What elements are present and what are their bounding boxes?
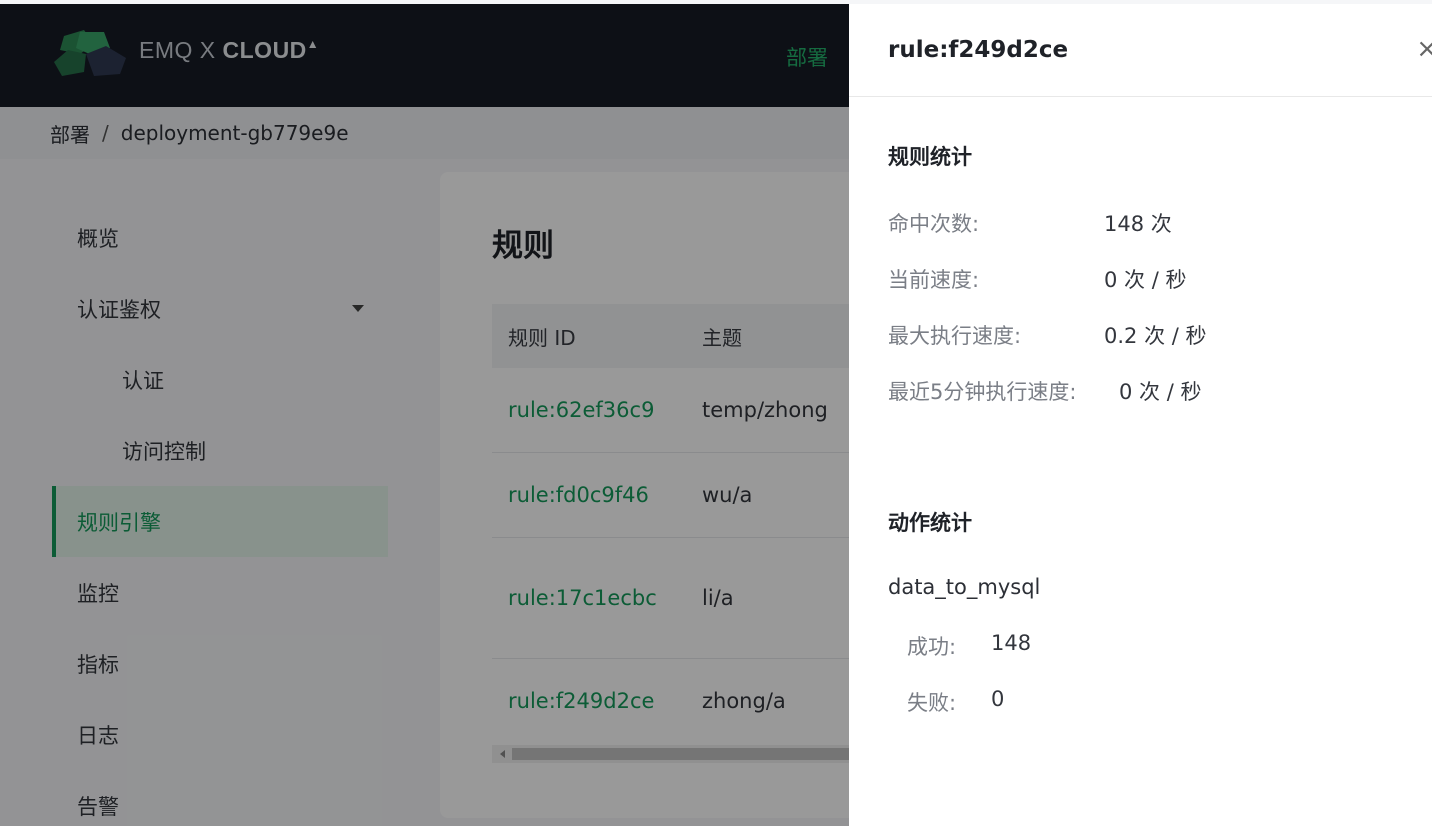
action-stats-title: 动作统计 [888,511,972,535]
fail-label: 失败: [907,691,957,715]
close-icon[interactable]: × [1416,34,1432,64]
success-value: 148 [991,631,1032,655]
stat-label: 最大执行速度: [888,324,1022,348]
stat-label: 最近5分钟执行速度: [888,380,1077,404]
stat-row-current-speed: 当前速度: 0 次 / 秒 [888,264,1186,294]
drawer-title: rule:f249d2ce [888,37,1069,63]
stat-row-5min-speed: 最近5分钟执行速度: 0 次 / 秒 [888,376,1201,406]
action-success-row: 成功: 148 [907,631,1031,661]
fail-value: 0 [991,687,1005,711]
drawer-header: rule:f249d2ce × [849,4,1432,97]
stat-value: 0 次 / 秒 [1119,380,1202,404]
stat-row-hits: 命中次数: 148 次 [888,208,1172,238]
action-name: data_to_mysql [888,575,1041,599]
action-fail-row: 失败: 0 [907,687,1004,717]
stat-value: 0 次 / 秒 [1104,268,1187,292]
success-label: 成功: [907,635,957,659]
stat-label: 当前速度: [888,268,980,292]
stat-label: 命中次数: [888,212,980,236]
rule-stats-title: 规则统计 [888,145,972,169]
rule-detail-drawer: rule:f249d2ce × 规则统计 命中次数: 148 次 当前速度: 0… [849,4,1432,826]
stat-value: 0.2 次 / 秒 [1104,324,1207,348]
page: EMQ X CLOUD▲ 部署 部署 / deployment-gb779e9e… [0,0,1432,826]
stat-value: 148 次 [1104,212,1172,236]
stat-row-max-speed: 最大执行速度: 0.2 次 / 秒 [888,320,1207,350]
